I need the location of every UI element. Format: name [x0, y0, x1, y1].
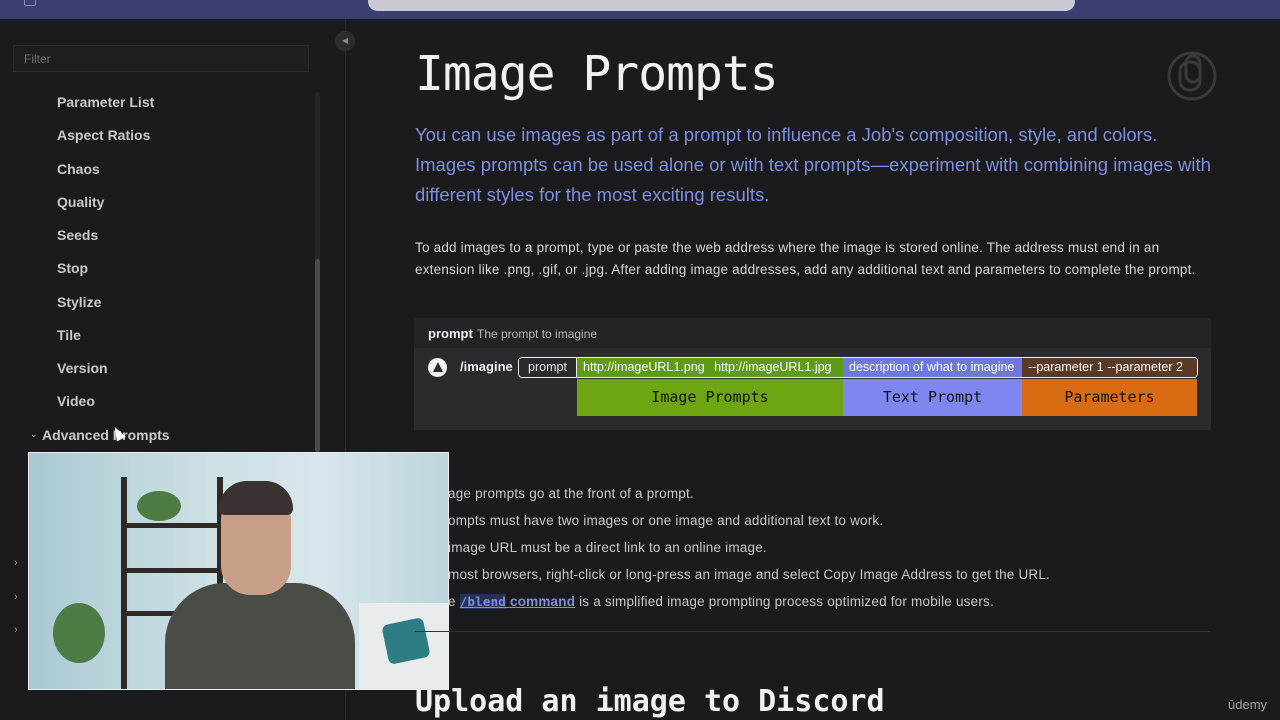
imagine-command: /imagine	[460, 359, 513, 374]
list-item: age prompts go at the front of a prompt.	[448, 486, 694, 501]
lede-paragraph: You can use images as part of a prompt t…	[415, 124, 1211, 205]
discord-bot-icon	[428, 358, 447, 377]
image-prompts-label: Image Prompts	[577, 379, 843, 416]
page-title: Image Prompts	[415, 46, 779, 102]
diagram-header: prompt The prompt to imagine	[414, 318, 1211, 348]
sidebar-section-advanced-prompts[interactable]: Advanced Prompts	[42, 427, 170, 443]
section-heading: Upload an image to Discord	[415, 684, 885, 719]
text-prompt-label: Text Prompt	[843, 379, 1022, 416]
list-item-text: is a simplified image prompting process …	[575, 594, 994, 609]
prompt-bar: prompt http://imageURL1.png http://image…	[518, 357, 1198, 378]
list-item: ompts must have two images or one image …	[448, 513, 884, 528]
list-item: e /blend command is a simplified image p…	[448, 594, 994, 609]
parameters-label: Parameters	[1022, 379, 1197, 416]
filter-input[interactable]	[13, 45, 309, 72]
chevron-down-icon[interactable]: ⌄	[30, 429, 38, 440]
blend-command-link[interactable]: /blend	[459, 594, 507, 609]
list-item: most browsers, right-click or long-press…	[448, 567, 1051, 582]
sidebar-item-seeds[interactable]: Seeds	[57, 227, 98, 243]
prompt-diagram: prompt The prompt to imagine /imagine pr…	[414, 318, 1211, 430]
top-bar	[0, 0, 1280, 19]
prompt-segment: prompt	[519, 358, 577, 377]
sidebar-item-aspect-ratios[interactable]: Aspect Ratios	[57, 127, 150, 143]
divider	[415, 631, 1210, 632]
udemy-watermark: ūdemy	[1228, 697, 1268, 712]
sidebar-item-tile[interactable]: Tile	[57, 327, 81, 343]
body-paragraph: To add images to a prompt, type or paste…	[415, 240, 1196, 277]
sidebar-scrollbar-thumb[interactable]	[315, 259, 320, 452]
sidebar-collapse-button[interactable]: ◀	[335, 31, 355, 51]
list-item: image URL must be a direct link to an on…	[448, 540, 767, 555]
sidebar-item-stop[interactable]: Stop	[57, 260, 88, 276]
parameters-segment: --parameter 1 --parameter 2	[1022, 358, 1197, 377]
presenter-body	[165, 583, 355, 689]
webcam-overlay	[28, 452, 449, 690]
chevron-right-icon[interactable]: ›	[14, 557, 18, 569]
image-urls-segment: http://imageURL1.png http://imageURL1.jp…	[577, 358, 843, 377]
blend-command-link-suffix[interactable]: command	[506, 594, 575, 609]
midjourney-logo-icon	[1167, 51, 1217, 101]
list-item-text: e	[448, 594, 460, 609]
sidebar-item-chaos[interactable]: Chaos	[57, 161, 100, 177]
sidebar-item-version[interactable]: Version	[57, 360, 108, 376]
app-logo-icon	[24, 0, 36, 6]
search-bar[interactable]	[368, 0, 1075, 11]
sidebar-item-quality[interactable]: Quality	[57, 194, 104, 210]
chevron-right-icon[interactable]: ›	[14, 591, 18, 603]
sidebar-item-stylize[interactable]: Stylize	[57, 294, 101, 310]
sidebar-item-video[interactable]: Video	[57, 393, 95, 409]
param-name: prompt	[428, 326, 473, 341]
sidebar-item-parameter-list[interactable]: Parameter List	[57, 94, 154, 110]
text-segment: description of what to imagine	[843, 358, 1022, 377]
param-description: The prompt to imagine	[477, 327, 598, 341]
chevron-right-icon[interactable]: ›	[14, 624, 18, 636]
